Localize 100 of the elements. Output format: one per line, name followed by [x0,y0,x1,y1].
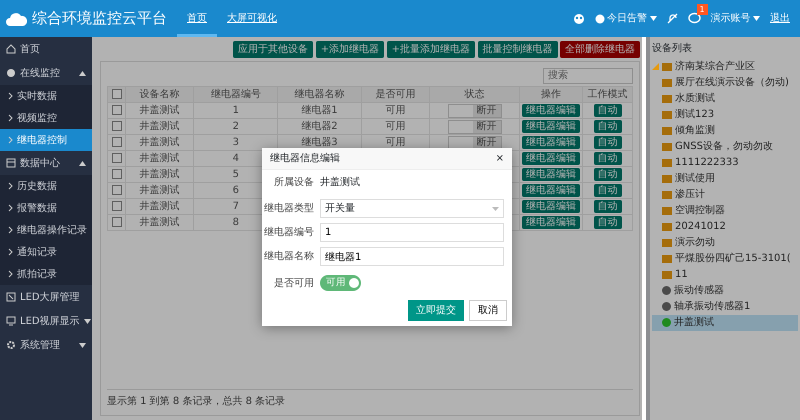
sidebar-subitem[interactable]: 实时数据 [0,85,92,107]
toolbar-button[interactable]: +批量添加继电器 [386,41,475,58]
mode-button[interactable]: 自动 [594,152,622,165]
nav-tab[interactable]: 大屏可视化 [217,0,287,37]
row-checkbox[interactable] [112,104,122,115]
table-cell: 井盖测试 [126,198,194,214]
sidebar-subitem[interactable]: 通知记录 [0,241,92,263]
column-header: 操作 [520,86,582,102]
mode-button[interactable]: 自动 [594,200,622,213]
chevron-right-icon [8,226,13,234]
close-button[interactable]: × [496,151,504,166]
toolbar-button[interactable]: 应用于其他设备 [233,41,314,58]
input-field[interactable]: 1 [320,223,504,242]
home-icon [6,44,16,54]
logout-link[interactable]: 退出 [770,11,790,26]
sidebar-subitem[interactable]: 历史数据 [0,175,92,197]
tree-node[interactable]: GNSS设备，勿动勿改 [652,138,798,154]
notification-count: 1 [696,4,708,15]
column-header: 继电器编号 [194,86,278,102]
caret-icon [492,206,499,210]
tree-node[interactable]: 渗压计 [652,186,798,202]
tree-node[interactable]: 济南某综合产业区 [652,58,798,74]
mode-button[interactable]: 自动 [594,216,622,229]
table-cell: 井盖测试 [126,166,194,182]
sidebar-subitem[interactable]: 报警数据 [0,197,92,219]
sidebar-subitem[interactable]: 抓拍记录 [0,263,92,285]
tree-node[interactable]: 展厅在线演示设备（勿动) [652,74,798,90]
select-field[interactable]: 开关量 [320,199,504,218]
mode-button[interactable]: 自动 [594,136,622,149]
row-checkbox[interactable] [112,200,122,211]
cancel-button[interactable]: 取消 [469,300,507,322]
row-checkbox[interactable] [112,168,122,179]
sidebar-item[interactable]: 系统管理 [0,333,92,357]
table-cell: 井盖测试 [126,182,194,198]
row-checkbox[interactable] [112,136,122,147]
select-all-checkbox[interactable] [112,88,122,99]
tree-node[interactable]: 空调控制器 [652,202,798,218]
edit-button[interactable]: 继电器编辑 [522,104,580,117]
pagination-info: 显示第 1 到第 8 条记录，总共 8 条记录 [107,389,633,409]
chevron-right-icon [8,136,13,144]
table-cell: 井盖测试 [126,150,194,166]
edit-button[interactable]: 继电器编辑 [522,136,580,149]
column-header: 是否可用 [361,86,430,102]
sidebar-subitem[interactable]: 视频监控 [0,107,92,129]
tree-node[interactable]: 11 [652,266,798,282]
table-cell: 井盖测试 [126,118,194,134]
edit-button[interactable]: 继电器编辑 [522,168,580,181]
table-cell: 井盖测试 [126,214,194,230]
mute-icon [666,13,678,24]
monitor-icon [6,316,16,326]
sidebar-item[interactable]: LED大屏管理 [0,285,92,309]
row-checkbox[interactable] [112,184,122,195]
sidebar-item[interactable]: LED视屏显示 [0,309,92,333]
app-title: 综合环境监控云平台 [32,8,167,30]
mode-button[interactable]: 自动 [594,104,622,117]
sidebar-item[interactable]: 首页 [0,37,92,61]
row-checkbox[interactable] [112,152,122,163]
tree-node[interactable]: 倾角监测 [652,122,798,138]
column-header: 设备名称 [126,86,194,102]
tree-node[interactable]: 测试使用 [652,170,798,186]
sidebar-subitem[interactable]: 继电器控制 [0,129,92,151]
caret-icon [753,16,760,21]
search-field[interactable]: 搜索 [543,68,633,84]
tree-node[interactable]: 平煤股份四矿己15-3101( [652,250,798,266]
tree-node[interactable]: 振动传感器 [652,282,798,298]
settings-icon [6,340,16,350]
chevron-right-icon [8,114,13,122]
table-cell: 井盖测试 [126,134,194,150]
edit-button[interactable]: 继电器编辑 [522,152,580,165]
row-checkbox[interactable] [112,120,122,131]
mode-button[interactable]: 自动 [594,120,622,133]
tree-node[interactable]: 演示勿动 [652,234,798,250]
edit-button[interactable]: 继电器编辑 [522,120,580,133]
sidebar-item[interactable]: 在线监控 [0,61,92,85]
caret-icon [650,16,656,21]
tree-node[interactable]: 20241012 [652,218,798,234]
edit-button[interactable]: 继电器编辑 [522,184,580,197]
account-menu[interactable]: 演示账号 [710,11,760,26]
table-cell: 井盖测试 [126,102,194,118]
row-checkbox[interactable] [112,216,122,227]
mode-button[interactable]: 自动 [594,184,622,197]
edit-button[interactable]: 继电器编辑 [522,200,580,213]
edit-button[interactable]: 继电器编辑 [522,216,580,229]
mode-button[interactable]: 自动 [594,168,622,181]
tree-node[interactable]: 测试123 [652,106,798,122]
table-cell: 可用 [361,118,430,134]
state-toggle[interactable]: 断开 [448,104,502,118]
sidebar-subitem[interactable]: 继电器操作记录 [0,219,92,241]
toolbar-button[interactable]: 批量控制继电器 [478,41,558,58]
tree-node[interactable]: 水质测试 [652,90,798,106]
toolbar-button[interactable]: +添加继电器 [316,41,384,58]
alerts-menu[interactable]: 今日告警 [594,11,656,26]
tree-node[interactable]: 轴承振动传感器1 [652,298,798,314]
input-field[interactable]: 继电器1 [320,247,504,266]
tree-node[interactable]: 井盖测试 [652,314,798,330]
submit-button[interactable]: 立即提交 [408,300,464,322]
tree-node[interactable]: 1111222333 [652,154,798,170]
state-toggle[interactable]: 断开 [448,120,502,134]
delete-button[interactable]: 全部删除继电器 [560,41,640,58]
sidebar-item[interactable]: 数据中心 [0,151,92,175]
